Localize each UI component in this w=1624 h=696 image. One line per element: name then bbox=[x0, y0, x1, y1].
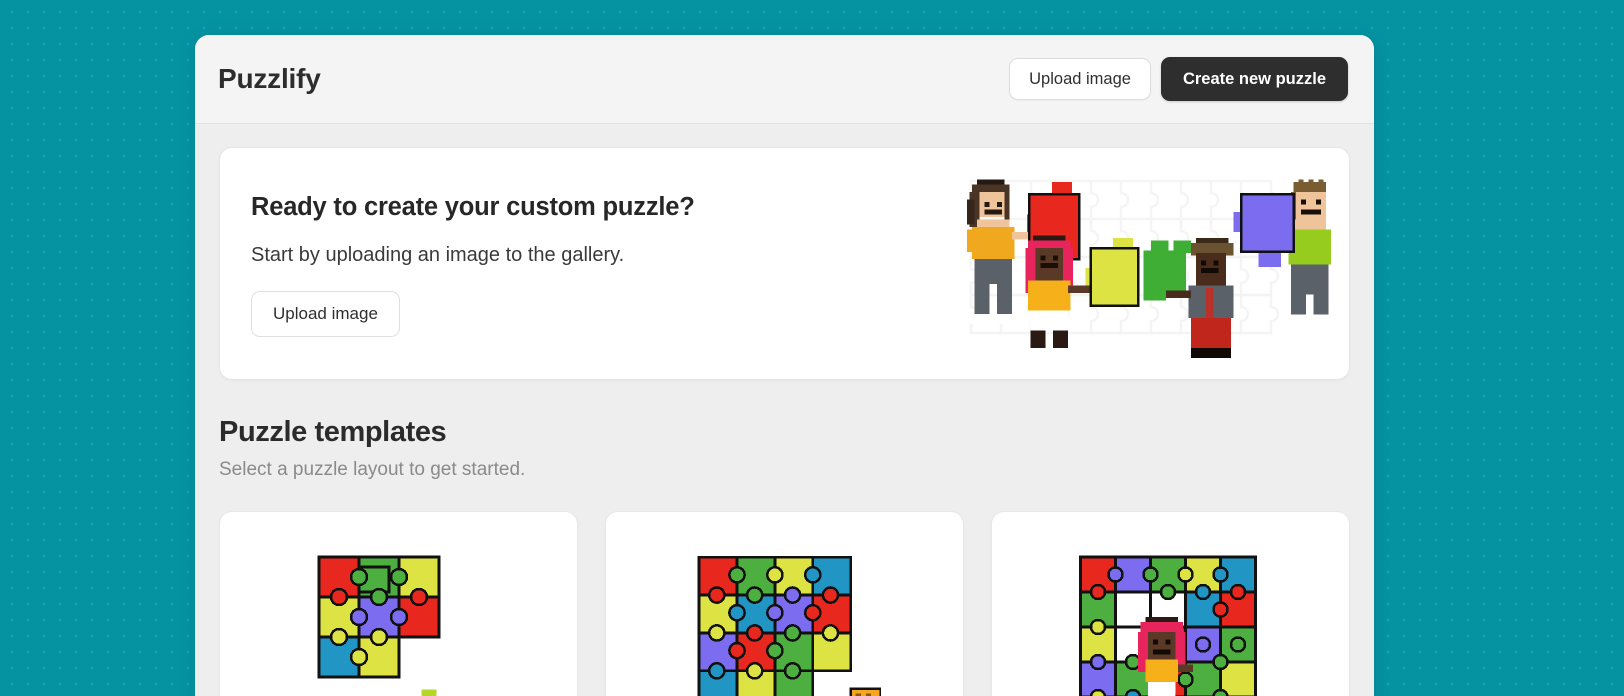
page-title: Puzzlify bbox=[218, 63, 321, 94]
header-actions: Upload image Create new puzzle bbox=[1009, 56, 1348, 102]
template-thumbnail-3 bbox=[1073, 542, 1268, 696]
template-grid bbox=[219, 511, 1350, 696]
template-card-2[interactable] bbox=[605, 511, 964, 696]
hero-card: Ready to create your custom puzzle? Star… bbox=[219, 147, 1350, 380]
hero-text: Ready to create your custom puzzle? Star… bbox=[251, 191, 695, 337]
app-header: Puzzlify Upload image Create new puzzle bbox=[195, 35, 1374, 124]
hero-title: Ready to create your custom puzzle? bbox=[251, 192, 695, 221]
section-title: Puzzle templates bbox=[219, 416, 447, 448]
section-subtitle: Select a puzzle layout to get started. bbox=[219, 459, 526, 480]
template-thumbnail-1 bbox=[304, 542, 494, 696]
template-card-3[interactable] bbox=[991, 511, 1350, 696]
hero-illustration bbox=[951, 173, 1334, 358]
character-with-blue-puzzle-piece bbox=[1233, 178, 1334, 324]
puzzle-5x5-thumbnail-icon bbox=[1079, 555, 1257, 696]
hero-subtitle: Start by uploading an image to the galle… bbox=[251, 243, 625, 266]
app-window: Puzzlify Upload image Create new puzzle … bbox=[195, 35, 1374, 696]
character-with-lime-puzzle-piece bbox=[1025, 235, 1140, 358]
app-body: Ready to create your custom puzzle? Star… bbox=[195, 124, 1374, 696]
create-new-puzzle-button[interactable]: Create new puzzle bbox=[1160, 56, 1348, 102]
templates-section-header: Puzzle templates Select a puzzle layout … bbox=[219, 416, 1350, 481]
puzzle-4x4-thumbnail-icon bbox=[697, 555, 882, 696]
hero-upload-image-button[interactable]: Upload image bbox=[251, 290, 400, 337]
template-card-1[interactable] bbox=[219, 511, 578, 696]
upload-image-button[interactable]: Upload image bbox=[1009, 57, 1151, 101]
template-thumbnail-2 bbox=[689, 542, 882, 696]
puzzle-3x3-thumbnail-icon bbox=[317, 555, 440, 696]
